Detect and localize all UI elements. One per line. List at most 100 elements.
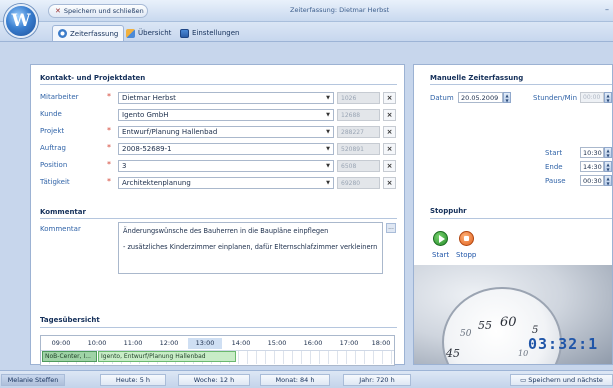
timeline-entry[interactable]: NoB-Center, I... <box>42 351 97 362</box>
taetigkeit-select[interactable]: Architektenplanung ▼ <box>118 177 334 189</box>
chevron-down-icon: ▼ <box>326 112 330 118</box>
dial-number: 10 <box>518 349 529 358</box>
pause-input[interactable]: 00:30 <box>580 175 604 186</box>
main-area: Kontakt- und Projektdaten Mitarbeiter * … <box>0 42 613 370</box>
select-value: 3 <box>122 162 127 170</box>
auftrag-select[interactable]: 2008-52689-1 ▼ <box>118 143 334 155</box>
tab-zeiterfassung[interactable]: Zeiterfassung <box>52 25 125 41</box>
app-logo-letter: W <box>11 11 31 31</box>
label-ende: Ende <box>545 163 563 171</box>
label-start: Start <box>545 149 563 157</box>
day-timeline[interactable]: 09:00 10:00 11:00 12:00 13:00 14:00 15:0… <box>40 335 395 366</box>
chevron-down-icon: ▼ <box>326 146 330 152</box>
stopwatch-start-icon[interactable] <box>433 231 448 246</box>
section-divider <box>40 84 397 85</box>
label-stunden-min: Stunden/Min <box>533 94 578 102</box>
date-spinner[interactable]: ▲ ▼ <box>503 92 511 103</box>
section-divider <box>430 218 612 219</box>
position-code: 6508 <box>337 160 380 172</box>
current-user[interactable]: Melanie Steffen <box>1 374 65 386</box>
clock-icon <box>58 29 67 38</box>
clear-position-button[interactable]: × <box>383 160 396 172</box>
save-and-next-label: Speichern und nächste <box>528 376 603 384</box>
app-menu-button[interactable]: W <box>4 4 38 38</box>
comment-section-title: Kommentar <box>40 208 86 216</box>
title-bar: W ✕ Speichern und schließen Zeiterfassun… <box>0 0 613 38</box>
comment-line: - zusätzliches Kinderzimmer einplanen, d… <box>123 243 378 251</box>
mitarbeiter-select[interactable]: Dietmar Herbst ▼ <box>118 92 334 104</box>
overview-icon <box>126 28 135 38</box>
select-value: Entwurf/Planung Hallenbad <box>122 128 218 136</box>
clear-auftrag-button[interactable]: × <box>383 143 396 155</box>
left-panel: Kontakt- und Projektdaten Mitarbeiter * … <box>30 64 405 366</box>
comment-textarea[interactable]: Änderungswünsche des Bauherren in die Ba… <box>118 222 383 274</box>
section-divider <box>430 84 612 85</box>
tab-einstellungen[interactable]: Einstellungen <box>175 25 244 41</box>
chevron-down-icon: ▼ <box>326 180 330 186</box>
position-select[interactable]: 3 ▼ <box>118 160 334 172</box>
status-bar: Melanie Steffen Heute: 5 h Woche: 12 h M… <box>0 370 613 388</box>
required-marker: * <box>107 160 111 169</box>
stopwatch-dial: 55 60 5 50 45 10 <box>442 287 562 364</box>
auftrag-code: 520891 <box>337 143 380 155</box>
required-marker: * <box>107 92 111 101</box>
timeline-hour: 10:00 <box>87 339 107 347</box>
window-title: Zeiterfassung: Dietmar Herbst <box>290 6 390 14</box>
pause-spinner[interactable]: ▲ ▼ <box>604 175 612 186</box>
clear-projekt-button[interactable]: × <box>383 126 396 138</box>
label-datum: Datum <box>430 94 454 102</box>
save-and-close-button[interactable]: ✕ Speichern und schließen <box>48 4 148 18</box>
tab-label: Zeiterfassung <box>70 29 119 38</box>
select-value: 2008-52689-1 <box>122 145 172 153</box>
required-marker: * <box>107 143 111 152</box>
clear-kunde-button[interactable]: × <box>383 109 396 121</box>
required-marker: * <box>107 126 111 135</box>
chevron-down-icon: ▼ <box>326 129 330 135</box>
dial-number: 60 <box>500 315 517 330</box>
label-auftrag: Auftrag <box>40 144 66 152</box>
timeline-hour: 09:00 <box>51 339 71 347</box>
section-divider <box>40 218 397 219</box>
projekt-select[interactable]: Entwurf/Planung Hallenbad ▼ <box>118 126 334 138</box>
minimize-button[interactable]: – <box>605 5 609 14</box>
label-kunde: Kunde <box>40 110 62 118</box>
stopwatch-time-display: 03:32:1 <box>528 335 599 353</box>
timeline-entry[interactable]: Igento, Entwurf/Planung Hallenbad <box>98 351 236 362</box>
projekt-code: 288227 <box>337 126 380 138</box>
required-marker: * <box>107 177 111 186</box>
date-input[interactable]: 20.05.2009 <box>458 92 503 103</box>
start-time-spinner[interactable]: ▲ ▼ <box>604 147 612 158</box>
clear-mitarbeiter-button[interactable]: × <box>383 92 396 104</box>
section-divider <box>40 327 397 328</box>
end-time-spinner[interactable]: ▲ ▼ <box>604 161 612 172</box>
contact-section-title: Kontakt- und Projektdaten <box>40 74 146 82</box>
select-value: Architektenplanung <box>122 179 191 187</box>
start-time-input[interactable]: 10:30 <box>580 147 604 158</box>
hours-spinner[interactable]: ▲ ▼ <box>604 92 612 103</box>
end-time-input[interactable]: 14:30 <box>580 161 604 172</box>
timeline-hour: 12:00 <box>159 339 179 347</box>
tab-label: Übersicht <box>138 29 172 37</box>
taetigkeit-code: 69280 <box>337 177 380 189</box>
hours-input[interactable]: 00:00 <box>580 92 604 103</box>
tab-label: Einstellungen <box>192 29 240 37</box>
tab-uebersicht[interactable]: Übersicht <box>121 25 176 41</box>
timeline-hour: 16:00 <box>303 339 323 347</box>
comment-expand-button[interactable]: ... <box>386 223 396 233</box>
today-hours: Heute: 5 h <box>100 374 166 386</box>
label-kommentar: Kommentar <box>40 225 81 233</box>
stopwatch-title: Stoppuhr <box>430 207 467 215</box>
timeline-hour: 14:00 <box>231 339 251 347</box>
dial-number: 55 <box>478 319 492 332</box>
stopwatch-start-label[interactable]: Start <box>432 251 449 259</box>
kunde-select[interactable]: Igento GmbH ▼ <box>118 109 334 121</box>
save-and-next-button[interactable]: ▭ Speichern und nächste <box>510 374 613 386</box>
ribbon-tabs: Zeiterfassung Übersicht Einstellungen <box>0 22 613 42</box>
stopwatch-stop-icon[interactable] <box>459 231 474 246</box>
label-position: Position <box>40 161 68 169</box>
day-overview-title: Tagesübersicht <box>40 316 100 324</box>
week-hours: Woche: 12 h <box>178 374 250 386</box>
right-panel: Manuelle Zeiterfassung Datum 20.05.2009 … <box>413 64 613 365</box>
stopwatch-stop-label[interactable]: Stopp <box>456 251 476 259</box>
clear-taetigkeit-button[interactable]: × <box>383 177 396 189</box>
